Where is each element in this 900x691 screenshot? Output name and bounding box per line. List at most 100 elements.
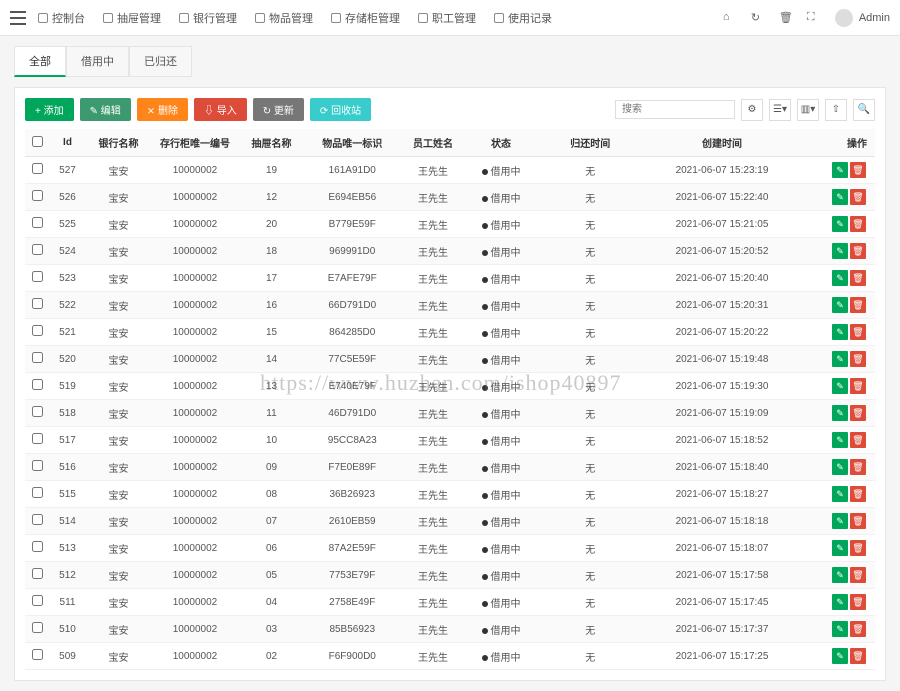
row-delete-button[interactable]: 🗑 xyxy=(850,270,866,286)
row-delete-button[interactable]: 🗑 xyxy=(850,297,866,313)
row-checkbox[interactable] xyxy=(32,568,43,579)
view-button[interactable]: ▥▾ xyxy=(797,99,819,121)
row-edit-button[interactable]: ✎ xyxy=(832,459,848,475)
col-header[interactable]: 银行名称 xyxy=(85,129,153,157)
row-edit-button[interactable]: ✎ xyxy=(832,621,848,637)
recycle-button[interactable]: ⟳ 回收站 xyxy=(310,98,371,121)
row-delete-button[interactable]: 🗑 xyxy=(850,432,866,448)
col-header[interactable]: 物品唯一标识 xyxy=(306,129,400,157)
edit-button[interactable]: ✎ 编辑 xyxy=(80,98,131,121)
row-edit-button[interactable]: ✎ xyxy=(832,648,848,664)
row-edit-button[interactable]: ✎ xyxy=(832,243,848,259)
col-header[interactable]: 创建时间 xyxy=(646,129,799,157)
row-delete-button[interactable]: 🗑 xyxy=(850,351,866,367)
col-header[interactable]: 操作 xyxy=(799,129,876,157)
nav-item-1[interactable]: 抽屉管理 xyxy=(103,10,161,26)
delete-button[interactable]: ⨯ 删除 xyxy=(137,98,188,121)
refresh-icon[interactable]: ↻ xyxy=(751,11,765,25)
search-input[interactable] xyxy=(615,100,735,119)
col-header[interactable] xyxy=(25,129,51,157)
select-all-checkbox[interactable] xyxy=(32,136,43,147)
row-delete-button[interactable]: 🗑 xyxy=(850,216,866,232)
row-edit-button[interactable]: ✎ xyxy=(832,378,848,394)
row-checkbox[interactable] xyxy=(32,460,43,471)
cell-return: 无 xyxy=(535,292,646,319)
home-icon[interactable]: ⌂ xyxy=(723,11,737,25)
col-header[interactable]: 归还时间 xyxy=(535,129,646,157)
col-header[interactable]: 状态 xyxy=(467,129,535,157)
row-checkbox[interactable] xyxy=(32,406,43,417)
nav-item-3[interactable]: 物品管理 xyxy=(255,10,313,26)
fullscreen-icon[interactable]: ⛶ xyxy=(807,11,821,25)
row-delete-button[interactable]: 🗑 xyxy=(850,513,866,529)
row-delete-button[interactable]: 🗑 xyxy=(850,378,866,394)
row-edit-button[interactable]: ✎ xyxy=(832,270,848,286)
nav-item-6[interactable]: 使用记录 xyxy=(494,10,552,26)
row-delete-button[interactable]: 🗑 xyxy=(850,486,866,502)
nav-item-4[interactable]: 存储柜管理 xyxy=(331,10,400,26)
col-header[interactable]: Id xyxy=(51,129,85,157)
row-delete-button[interactable]: 🗑 xyxy=(850,594,866,610)
row-checkbox[interactable] xyxy=(32,325,43,336)
row-edit-button[interactable]: ✎ xyxy=(832,405,848,421)
row-checkbox[interactable] xyxy=(32,244,43,255)
row-checkbox[interactable] xyxy=(32,433,43,444)
row-delete-button[interactable]: 🗑 xyxy=(850,567,866,583)
col-header[interactable]: 员工姓名 xyxy=(399,129,467,157)
row-edit-button[interactable]: ✎ xyxy=(832,189,848,205)
nav-item-2[interactable]: 银行管理 xyxy=(179,10,237,26)
row-checkbox[interactable] xyxy=(32,649,43,660)
row-delete-button[interactable]: 🗑 xyxy=(850,405,866,421)
row-delete-button[interactable]: 🗑 xyxy=(850,324,866,340)
row-checkbox[interactable] xyxy=(32,163,43,174)
row-edit-button[interactable]: ✎ xyxy=(832,324,848,340)
row-checkbox[interactable] xyxy=(32,541,43,552)
row-checkbox[interactable] xyxy=(32,352,43,363)
row-edit-button[interactable]: ✎ xyxy=(832,567,848,583)
row-checkbox[interactable] xyxy=(32,190,43,201)
row-delete-button[interactable]: 🗑 xyxy=(850,621,866,637)
row-checkbox[interactable] xyxy=(32,514,43,525)
row-edit-button[interactable]: ✎ xyxy=(832,486,848,502)
row-checkbox[interactable] xyxy=(32,595,43,606)
row-delete-button[interactable]: 🗑 xyxy=(850,459,866,475)
import-button[interactable]: ⇩ 导入 xyxy=(194,98,247,121)
user-menu[interactable]: Admin xyxy=(835,9,890,27)
row-edit-button[interactable]: ✎ xyxy=(832,540,848,556)
row-edit-button[interactable]: ✎ xyxy=(832,216,848,232)
row-edit-button[interactable]: ✎ xyxy=(832,594,848,610)
row-checkbox[interactable] xyxy=(32,379,43,390)
export-button[interactable]: ⇧ xyxy=(825,99,847,121)
tab-0[interactable]: 全部 xyxy=(14,46,66,77)
row-checkbox[interactable] xyxy=(32,271,43,282)
tab-2[interactable]: 已归还 xyxy=(129,46,192,77)
row-delete-button[interactable]: 🗑 xyxy=(850,648,866,664)
row-edit-button[interactable]: ✎ xyxy=(832,432,848,448)
menu-toggle-icon[interactable] xyxy=(10,11,26,25)
row-edit-button[interactable]: ✎ xyxy=(832,162,848,178)
cell-drawer: 10 xyxy=(238,427,306,454)
row-delete-button[interactable]: 🗑 xyxy=(850,189,866,205)
cell-uid: 969991D0 xyxy=(306,238,400,265)
nav-item-5[interactable]: 职工管理 xyxy=(418,10,476,26)
row-checkbox[interactable] xyxy=(32,298,43,309)
row-delete-button[interactable]: 🗑 xyxy=(850,243,866,259)
row-checkbox[interactable] xyxy=(32,487,43,498)
search-button[interactable]: 🔍 xyxy=(853,99,875,121)
row-edit-button[interactable]: ✎ xyxy=(832,297,848,313)
row-edit-button[interactable]: ✎ xyxy=(832,513,848,529)
columns-button[interactable]: ☰▾ xyxy=(769,99,791,121)
row-delete-button[interactable]: 🗑 xyxy=(850,162,866,178)
row-checkbox[interactable] xyxy=(32,217,43,228)
refresh-button[interactable]: ↻ 更新 xyxy=(253,98,304,121)
col-header[interactable]: 存行柜唯一编号 xyxy=(153,129,238,157)
col-header[interactable]: 抽屉名称 xyxy=(238,129,306,157)
row-edit-button[interactable]: ✎ xyxy=(832,351,848,367)
filter-button[interactable]: ⚙ xyxy=(741,99,763,121)
add-button[interactable]: + 添加 xyxy=(25,98,74,121)
row-delete-button[interactable]: 🗑 xyxy=(850,540,866,556)
nav-item-0[interactable]: 控制台 xyxy=(38,10,85,26)
row-checkbox[interactable] xyxy=(32,622,43,633)
trash-icon[interactable]: 🗑 xyxy=(779,11,793,25)
tab-1[interactable]: 借用中 xyxy=(66,46,129,77)
